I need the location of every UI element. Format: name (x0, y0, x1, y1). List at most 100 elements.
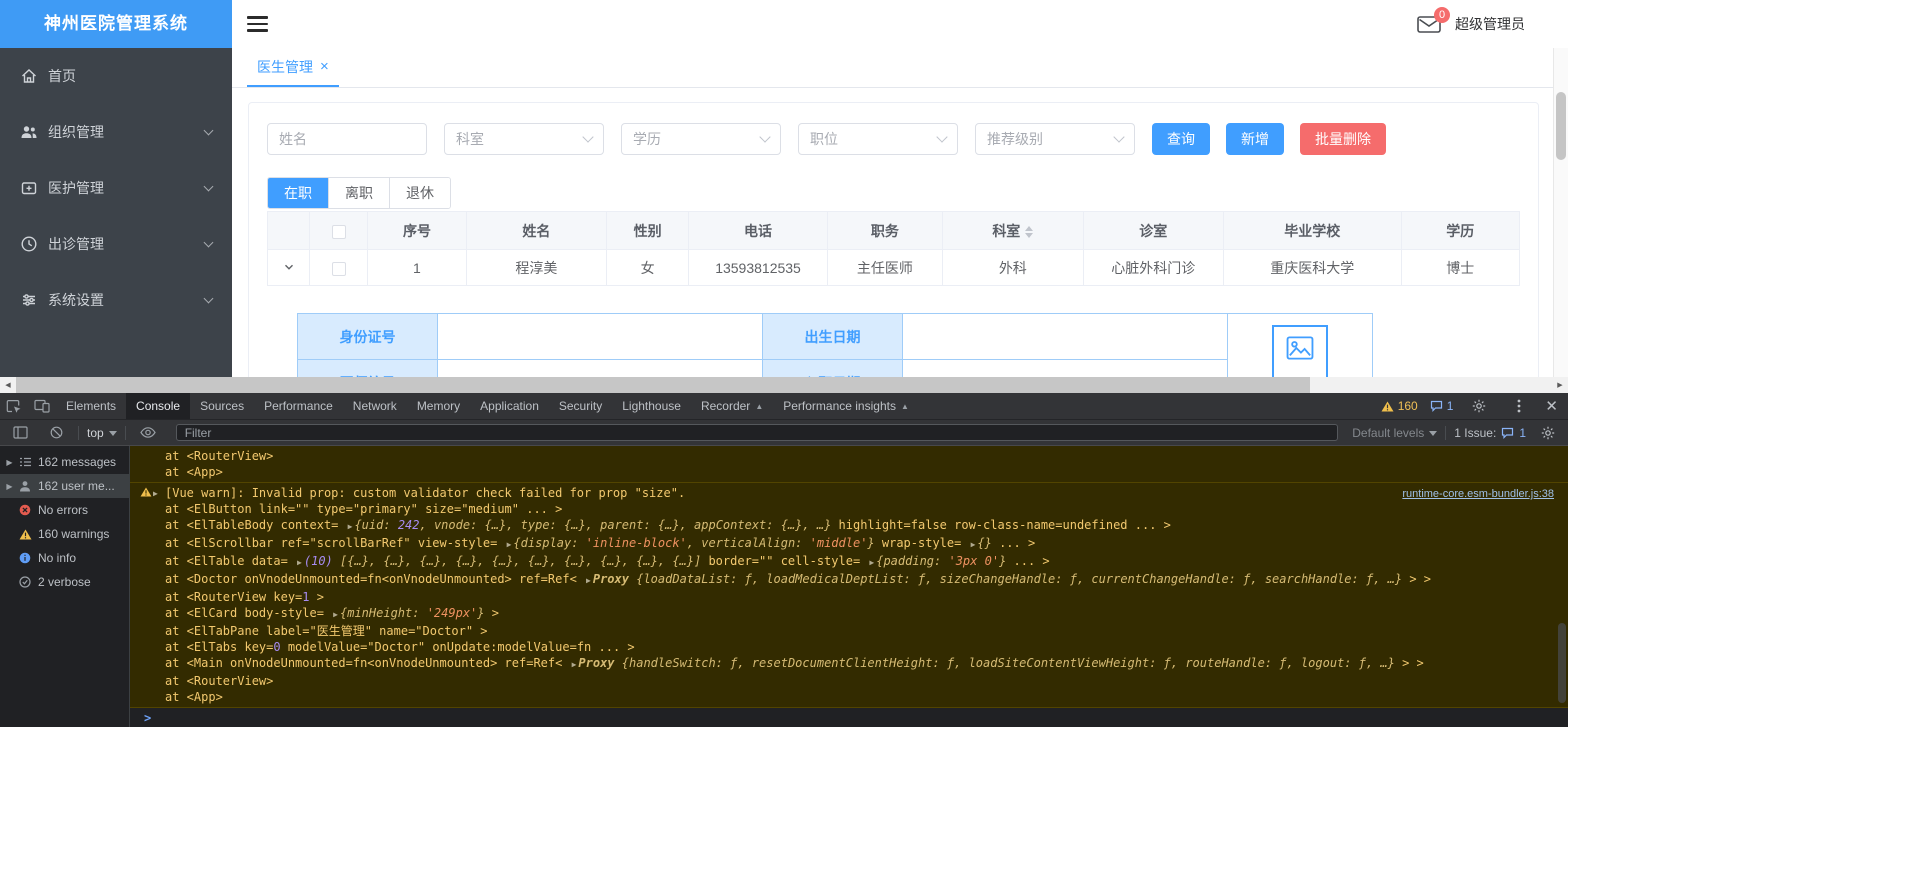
expand-caret-icon[interactable]: ▶ (5, 482, 14, 491)
devtools-more-options-icon[interactable] (1505, 399, 1533, 413)
devtools-settings-gear-icon[interactable] (1465, 399, 1493, 413)
column-header: 学历 (1400, 211, 1521, 250)
status-tab-on-duty[interactable]: 在职 (268, 178, 329, 208)
table-cell: 心脏外科门诊 (1082, 249, 1224, 286)
column-header: 科室 (942, 211, 1084, 250)
settings-icon (20, 291, 38, 309)
scroll-right-arrow-icon[interactable]: ▶ (1552, 377, 1568, 393)
chevron-down-icon (936, 131, 948, 143)
search-button[interactable]: 查询 (1152, 123, 1210, 155)
inspect-element-icon[interactable] (0, 393, 28, 419)
table-cell: 女 (606, 249, 690, 286)
browser-window: 神州医院管理系统 首页 组织管理 医护管理 出诊管理 系统设置 0 超级管理员 医生管理… (0, 0, 1568, 727)
tab-close-icon[interactable]: × (320, 59, 329, 74)
sidebar-item-org[interactable]: 组织管理 (0, 104, 232, 160)
mail-icon[interactable]: 0 (1417, 6, 1450, 34)
status-tab-retired[interactable]: 退休 (390, 178, 450, 208)
messages-counter[interactable]: 1 (1430, 399, 1454, 413)
console-scrollbar-thumb[interactable] (1558, 623, 1566, 703)
image-icon (1286, 335, 1314, 360)
device-toolbar-icon[interactable] (28, 393, 56, 419)
photo-placeholder[interactable] (1272, 324, 1328, 377)
console-filter-input[interactable] (175, 424, 1339, 441)
console-prompt[interactable]: > (130, 708, 1568, 727)
detail-value (437, 313, 763, 360)
warnings-count: 160 (1397, 399, 1418, 413)
console-filter-no-info[interactable]: No info (0, 546, 129, 570)
column-label: 职务 (870, 222, 899, 239)
info-icon (19, 552, 33, 564)
row-expanded-detail: 身份证号 出生日期 医师编号 (267, 286, 1520, 377)
console-line: at <ElCard body-style= ▶ {minHeight: '249… (165, 606, 499, 620)
sort-icon[interactable] (1025, 225, 1034, 238)
expand-row-icon[interactable] (283, 261, 295, 273)
log-levels-dropdown[interactable]: Default levels (1352, 425, 1438, 440)
console-line: at <RouterView> (165, 449, 274, 463)
horizontal-scrollbar-thumb[interactable] (16, 377, 1310, 393)
devtools-tab-performance[interactable]: Performance (254, 393, 343, 419)
name-filter-input[interactable] (267, 123, 427, 155)
sidebar-item-settings[interactable]: 系统设置 (0, 272, 232, 328)
devtools-tab-lighthouse[interactable]: Lighthouse (612, 393, 691, 419)
select-all-checkbox[interactable] (331, 224, 346, 239)
sidebar-item-home[interactable]: 首页 (0, 48, 232, 104)
devtools-tab-console[interactable]: Console (126, 393, 191, 419)
sidebar-item-medical[interactable]: 医护管理 (0, 160, 232, 216)
row-checkbox[interactable] (331, 261, 346, 276)
messages-count: 1 (1446, 399, 1454, 413)
devtools-tab-label: Application (480, 399, 539, 413)
menu-toggle-icon[interactable] (247, 16, 268, 32)
warnings-counter[interactable]: 160 (1381, 399, 1418, 413)
sidebar-item-visit[interactable]: 出诊管理 (0, 216, 232, 272)
issues-counter[interactable]: 1 Issue: 1 (1454, 426, 1526, 440)
status-tab-resigned[interactable]: 离职 (329, 178, 390, 208)
detail-label: 医师编号 (297, 359, 438, 377)
console-filter-162-user-me-[interactable]: ▶ 162 user me... (0, 474, 129, 498)
table-cell: 程淳美 (465, 249, 608, 286)
chevron-down-icon (203, 181, 214, 192)
console-filter-2-verbose[interactable]: 2 verbose (0, 570, 129, 594)
filter-select-level[interactable]: 推荐级别 (975, 123, 1135, 155)
devtools-tab-elements[interactable]: Elements (56, 393, 126, 419)
devtools-tab-sources[interactable]: Sources (190, 393, 254, 419)
visit-icon (20, 235, 38, 253)
console-filter-160-warnings[interactable]: 160 warnings (0, 522, 129, 546)
source-link[interactable]: runtime-core.esm-bundler.js:38 (1394, 486, 1554, 501)
vertical-scrollbar[interactable] (1553, 48, 1568, 377)
doctor-table: 序号 姓名 性别 电话 职务 科室 诊室 毕业学校 学历 1 程淳美女 13593812535 主任医师… (266, 211, 1521, 286)
horizontal-scrollbar[interactable]: ◀ ▶ (0, 377, 1568, 393)
devtools-tab-network[interactable]: Network (343, 393, 407, 419)
devtools-tab-label: Lighthouse (622, 399, 681, 413)
devtools-tab-application[interactable]: Application (470, 393, 549, 419)
vertical-scrollbar-thumb[interactable] (1556, 92, 1566, 160)
javascript-context-selector[interactable]: top (87, 426, 117, 440)
console-settings-gear-icon[interactable] (1534, 426, 1562, 440)
devtools-tab-performance-insights[interactable]: Performance insights ▲ (773, 393, 919, 419)
live-expression-eye-icon[interactable] (134, 427, 162, 438)
batch-delete-button[interactable]: 批量删除 (1300, 123, 1386, 155)
chevron-down-icon (203, 237, 214, 248)
issues-count: 1 (1519, 425, 1526, 440)
current-user[interactable]: 超级管理员 (1455, 14, 1525, 34)
devtools-tab-recorder[interactable]: Recorder ▲ (691, 393, 773, 419)
tab-doctor-management[interactable]: 医生管理 × (247, 48, 339, 87)
expand-caret-icon[interactable]: ▶ (5, 458, 14, 467)
devtools-tab-label: Console (136, 399, 181, 413)
devtools-tab-memory[interactable]: Memory (407, 393, 470, 419)
scroll-left-arrow-icon[interactable]: ◀ (0, 377, 16, 393)
clear-console-icon[interactable] (42, 426, 70, 439)
filter-select-dept[interactable]: 科室 (444, 123, 604, 155)
console-filter-no-errors[interactable]: No errors (0, 498, 129, 522)
log-levels-label: Default levels (1352, 425, 1425, 440)
expand-caret-icon[interactable]: ▶ (153, 486, 158, 501)
console-filter-162-messages[interactable]: ▶ 162 messages (0, 450, 129, 474)
console-sidebar-toggle-icon[interactable] (6, 426, 34, 439)
console-toolbar: top Default levels 1 Issue: 1 (0, 420, 1568, 446)
devtools-tab-security[interactable]: Security (549, 393, 612, 419)
column-label: 电话 (744, 222, 773, 239)
filter-select-position[interactable]: 职位 (798, 123, 958, 155)
warning-icon (19, 529, 33, 540)
filter-select-education[interactable]: 学历 (621, 123, 781, 155)
add-button[interactable]: 新增 (1226, 123, 1284, 155)
devtools-close-icon[interactable]: ✕ (1545, 399, 1558, 414)
